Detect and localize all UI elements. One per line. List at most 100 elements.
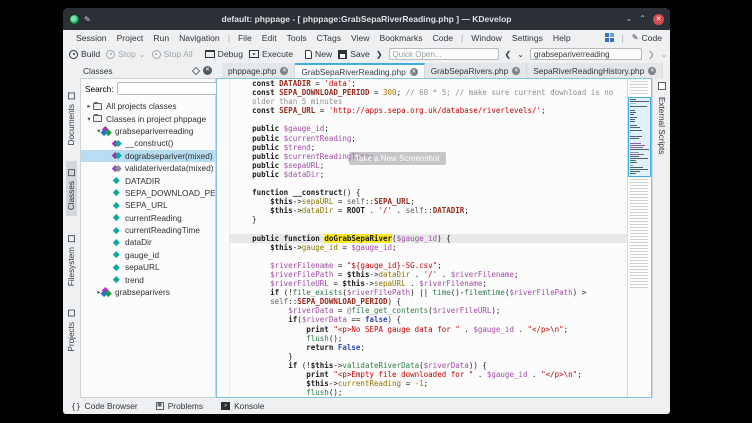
tree-item-dograbsepariver-mixed-[interactable]: dograbsepariver(mixed)	[81, 150, 215, 162]
float-panel-icon[interactable]	[192, 66, 200, 74]
close-tab-icon[interactable]: ✕	[410, 68, 418, 76]
code-line[interactable]	[230, 179, 651, 188]
tree-item-sepa_download_period[interactable]: SEPA_DOWNLOAD_PERIOD	[81, 187, 215, 199]
code-line[interactable]: $riverFilename = "${gauge_id}-SG.csv";	[230, 261, 651, 270]
code-line[interactable]: $riverFileURL = $this->sepaURL . $riverF…	[230, 279, 651, 288]
menu-item-view[interactable]: View	[346, 32, 374, 44]
code-line[interactable]: }	[230, 215, 651, 224]
debug-button[interactable]: Debug	[205, 49, 243, 59]
minimap-scrollbar[interactable]	[627, 79, 651, 397]
close-tab-icon[interactable]: ✕	[512, 67, 520, 75]
code-line[interactable]: older than 5 minutes	[230, 97, 651, 106]
tree-item-trend[interactable]: trend	[81, 273, 215, 285]
code-line[interactable]: print "<p>No SEPA gauge data for " . $ga…	[230, 325, 651, 334]
left-dock-tab-projects[interactable]: Projects	[66, 302, 77, 358]
document-tab-phppage.php[interactable]: phppage.php✕	[222, 63, 295, 78]
minimap-viewport[interactable]	[628, 97, 651, 177]
code-line[interactable]: return False;	[230, 343, 651, 352]
menu-item-session[interactable]: Session	[71, 32, 112, 44]
code-line[interactable]: $this->currentReading = -1;	[230, 379, 651, 388]
activities-grid-icon[interactable]	[605, 33, 614, 42]
code-line[interactable]: print "<p>Empty file downloaded for " . …	[230, 370, 651, 379]
tree-item-currentreading[interactable]: currentReading	[81, 212, 215, 224]
code-line[interactable]	[230, 225, 651, 234]
bottom-tab-problems[interactable]: Problems	[156, 401, 203, 411]
code-line[interactable]: ▼ if (!$this->validateRiverData($riverDa…	[230, 361, 651, 370]
code-line[interactable]: const SEPA_URL = 'http://apps.sepa.org.u…	[230, 106, 651, 115]
code-line[interactable]: public $dataDir;	[230, 170, 651, 179]
code-line[interactable]: ▼ function __construct() {	[230, 188, 651, 197]
fold-gutter[interactable]	[217, 79, 230, 397]
tree-item-classes-in-project-phppage[interactable]: ▾Classes in project phppage	[81, 112, 215, 124]
menu-item-tools[interactable]: Tools	[282, 32, 312, 44]
menu-item-file[interactable]: File	[233, 32, 257, 44]
tree-item-all-projects-classes[interactable]: ▸All projects classes	[81, 100, 215, 112]
menu-item-run[interactable]: Run	[148, 32, 174, 44]
toolbar-overflow-icon[interactable]: ❯	[376, 50, 383, 59]
tree-item-grabsepariverreading[interactable]: ▾grabsepariverreading	[81, 125, 215, 137]
code-line[interactable]: ▼ public function doGrabSepaRiver($gauge…	[230, 234, 651, 243]
menu-item-bookmarks[interactable]: Bookmarks	[375, 32, 428, 44]
document-tab-GrabSepaRivers.php[interactable]: GrabSepaRivers.php✕	[425, 63, 527, 78]
left-dock-tab-filesystem[interactable]: Filesystem	[66, 227, 77, 292]
menu-item-navigation[interactable]: Navigation	[174, 32, 225, 44]
code-line[interactable]: const SEPA_DOWNLOAD_PERIOD = 300; // 60 …	[230, 88, 651, 97]
code-line[interactable]: $riverFilePath = $this->dataDir . '/' . …	[230, 270, 651, 279]
code-line[interactable]: ▼ if (!file_exists($riverFilePath) || ti…	[230, 288, 651, 297]
titlebar[interactable]: ✎ default: phppage - [ phppage:GrabSepaR…	[63, 8, 670, 30]
expander-icon[interactable]: ▸	[85, 102, 93, 110]
quick-open-input[interactable]	[389, 48, 499, 60]
menu-item-window[interactable]: Window	[466, 32, 507, 44]
code-line[interactable]: ▼ if($riverData == false) {	[230, 315, 651, 324]
chevron-down-icon[interactable]: ⌄	[517, 50, 524, 59]
build-button[interactable]: Build	[69, 49, 100, 59]
tree-item-sepa_url[interactable]: SEPA_URL	[81, 199, 215, 211]
chevron-down-icon[interactable]: ⌄	[661, 50, 668, 59]
stop-button[interactable]: Stop ⌄	[106, 49, 145, 59]
code-line[interactable]: self::SEPA_DOWNLOAD_PERIOD) {	[230, 297, 651, 306]
stop-all-button[interactable]: Stop All	[152, 49, 193, 59]
execute-button[interactable]: Execute	[249, 49, 293, 59]
code-line[interactable]: flush();	[230, 334, 651, 343]
close-panel-icon[interactable]: ✕	[203, 66, 212, 75]
search-next-icon[interactable]: ❯	[648, 50, 655, 59]
document-tab-SepaRiverReadingHistory.php[interactable]: SepaRiverReadingHistory.php✕	[527, 63, 663, 78]
maximize-icon[interactable]: ⌃	[639, 15, 646, 23]
new-button[interactable]: New	[305, 49, 332, 59]
code-line[interactable]: $this->dataDir = ROOT . '/' . self::DATA…	[230, 206, 651, 215]
editor-search-input[interactable]	[530, 48, 642, 60]
code-line[interactable]: flush();	[230, 388, 651, 397]
tree-item-__construct-[interactable]: __construct()	[81, 137, 215, 149]
code-editor[interactable]: const DATADIR = 'data'; const SEPA_DOWNL…	[216, 78, 652, 398]
menu-item-project[interactable]: Project	[112, 32, 149, 44]
tree-item-datadir[interactable]: dataDir	[81, 236, 215, 248]
menu-item-edit[interactable]: Edit	[257, 32, 282, 44]
right-dock-tab-external-scripts[interactable]: External Scripts	[656, 94, 667, 157]
left-dock-tab-documents[interactable]: Documents	[66, 84, 77, 151]
close-tab-icon[interactable]: ✕	[280, 67, 288, 75]
code-line[interactable]: const DATADIR = 'data';	[230, 79, 651, 88]
tree-item-datadir[interactable]: DATADIR	[81, 174, 215, 186]
save-button[interactable]: Save	[338, 49, 370, 59]
code-line[interactable]	[230, 252, 651, 261]
close-tab-icon[interactable]: ✕	[648, 67, 656, 75]
code-line[interactable]: $riverData = @file_get_contents($riverFi…	[230, 306, 651, 315]
tree-item-currentreadingtime[interactable]: currentReadingTime	[81, 224, 215, 236]
expander-icon[interactable]: ▾	[85, 115, 93, 123]
code-line[interactable]: $this->sepaURL = self::SEPA_URL;	[230, 197, 651, 206]
document-tab-GrabSepaRiverReading.php[interactable]: GrabSepaRiverReading.php✕	[295, 63, 424, 78]
bottom-tab-code-browser[interactable]: {} Code Browser	[71, 401, 138, 411]
menu-item-help[interactable]: Help	[548, 32, 576, 44]
code-area[interactable]: const DATADIR = 'data'; const SEPA_DOWNL…	[230, 79, 651, 397]
code-line[interactable]: $this->gauge_id = $gauge_id;	[230, 243, 651, 252]
code-line[interactable]: public $trend;	[230, 143, 651, 152]
menu-item-settings[interactable]: Settings	[507, 32, 548, 44]
close-icon[interactable]: ✕	[653, 14, 664, 25]
code-line[interactable]: public $currentReading;	[230, 134, 651, 143]
left-dock-tab-classes[interactable]: Classes	[66, 161, 77, 216]
code-line[interactable]: }	[230, 352, 651, 361]
tree-item-validateriverdata-mixed-[interactable]: validateriverdata(mixed)	[81, 162, 215, 174]
tree-item-gauge_id[interactable]: gauge_id	[81, 249, 215, 261]
code-line[interactable]: public $gauge_id;	[230, 124, 651, 133]
bottom-tab-konsole[interactable]: > Konsole	[221, 401, 264, 411]
